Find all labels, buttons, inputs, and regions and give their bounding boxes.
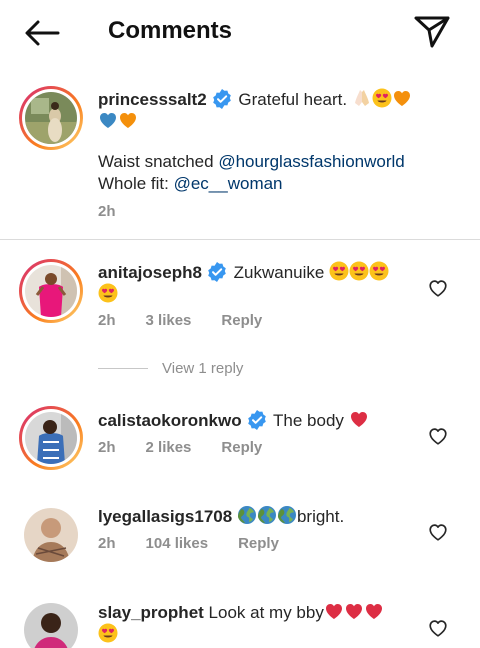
caption-text: Grateful heart. — [238, 90, 348, 109]
heart-eyes-icon — [369, 261, 389, 281]
caption-text-2: Waist snatched — [98, 152, 219, 171]
verified-badge-icon — [247, 410, 267, 430]
avatar-calistaokoronkwo[interactable] — [19, 406, 83, 470]
red-heart-icon — [364, 601, 384, 621]
post-caption: princesssalt2 Grateful heart. Waist snat… — [0, 70, 480, 240]
caption-meta: 2h — [98, 203, 146, 220]
divider-line — [98, 368, 148, 369]
likes-count[interactable]: 104 likes — [146, 535, 209, 552]
orange-heart-icon — [118, 110, 138, 130]
caption-line-3: Whole fit: @ec__woman — [98, 173, 283, 195]
avatar-slay-prophet[interactable] — [24, 603, 78, 648]
header-bar: Comments — [0, 0, 480, 64]
comment-meta: 2h 2 likes Reply — [98, 439, 292, 456]
timestamp: 2h — [98, 203, 116, 220]
likes-count[interactable]: 3 likes — [146, 312, 192, 329]
mention-link[interactable]: @hourglassfashionworld — [218, 152, 404, 171]
like-button[interactable] — [427, 277, 449, 299]
heart-outline-icon — [427, 277, 449, 299]
reply-button[interactable]: Reply — [238, 535, 279, 552]
comment-username[interactable]: anitajoseph8 — [98, 263, 202, 282]
avatar-anitajoseph8[interactable] — [19, 259, 83, 323]
avatar-princesssalt2[interactable] — [19, 86, 83, 150]
avatar-image — [25, 92, 77, 144]
like-button[interactable] — [427, 617, 449, 639]
comment-line: lyegallasigs1708 bright. — [98, 505, 344, 528]
orange-heart-icon — [392, 88, 412, 108]
share-button[interactable] — [412, 12, 452, 52]
globe-icon — [277, 505, 297, 525]
comment-username[interactable]: lyegallasigs1708 — [98, 507, 232, 526]
likes-count[interactable]: 2 likes — [146, 439, 192, 456]
heart-outline-icon — [427, 617, 449, 639]
verified-badge-icon — [212, 89, 232, 109]
like-button[interactable] — [427, 521, 449, 543]
heart-outline-icon — [427, 425, 449, 447]
avatar-lyegallasigs1708[interactable] — [24, 508, 78, 562]
comment-meta: 2h 104 likes Reply — [98, 535, 309, 552]
comment-username[interactable]: calistaokoronkwo — [98, 411, 242, 430]
heart-eyes-icon — [372, 88, 392, 108]
avatar-image — [24, 603, 78, 648]
globe-icon — [237, 505, 257, 525]
avatar-image — [25, 265, 77, 317]
blue-heart-icon — [98, 110, 118, 130]
reply-button[interactable]: Reply — [221, 312, 262, 329]
avatar-image — [24, 508, 78, 562]
page-title: Comments — [108, 17, 233, 44]
comment-text: bright. — [296, 507, 345, 526]
red-heart-icon — [324, 601, 344, 621]
red-heart-icon — [349, 409, 369, 429]
comment-meta: 2h 3 likes Reply — [98, 312, 292, 329]
comment-username[interactable]: slay_prophet — [98, 603, 204, 622]
comment-text: Zukwanuike — [233, 263, 325, 282]
heart-eyes-icon — [329, 261, 349, 281]
caption-username[interactable]: princesssalt2 — [98, 90, 207, 109]
comment-line: anitajoseph8 Zukwanuike — [98, 261, 389, 284]
avatar-image — [25, 412, 77, 464]
mention-link[interactable]: @ec__woman — [174, 174, 283, 193]
heart-outline-icon — [427, 521, 449, 543]
timestamp: 2h — [98, 312, 116, 329]
comment-line-2 — [98, 283, 118, 306]
comment-text: The body — [273, 411, 344, 430]
verified-badge-icon — [207, 262, 227, 282]
heart-eyes-icon — [98, 283, 118, 303]
caption-line-2: Waist snatched @hourglassfashionworld — [98, 151, 405, 173]
like-button[interactable] — [427, 425, 449, 447]
timestamp: 2h — [98, 439, 116, 456]
comment-text: Look at my bby — [208, 603, 324, 622]
heart-eyes-icon — [98, 623, 118, 643]
view-replies-label: View 1 reply — [162, 360, 244, 377]
timestamp: 2h — [98, 535, 116, 552]
paper-plane-icon — [414, 16, 450, 48]
red-heart-icon — [344, 601, 364, 621]
back-button[interactable] — [22, 18, 62, 48]
comment-line-2 — [98, 623, 118, 646]
globe-icon — [257, 505, 277, 525]
caption-line-1b — [98, 110, 138, 133]
comment-line: calistaokoronkwo The body — [98, 409, 369, 432]
reply-button[interactable]: Reply — [221, 439, 262, 456]
arrow-left-icon — [25, 20, 60, 46]
comment-line: slay_prophet Look at my bby — [98, 601, 384, 624]
caption-text-3: Whole fit: — [98, 174, 174, 193]
folded-hands-icon — [352, 88, 372, 108]
heart-eyes-icon — [349, 261, 369, 281]
caption-line-1: princesssalt2 Grateful heart. — [98, 88, 412, 111]
